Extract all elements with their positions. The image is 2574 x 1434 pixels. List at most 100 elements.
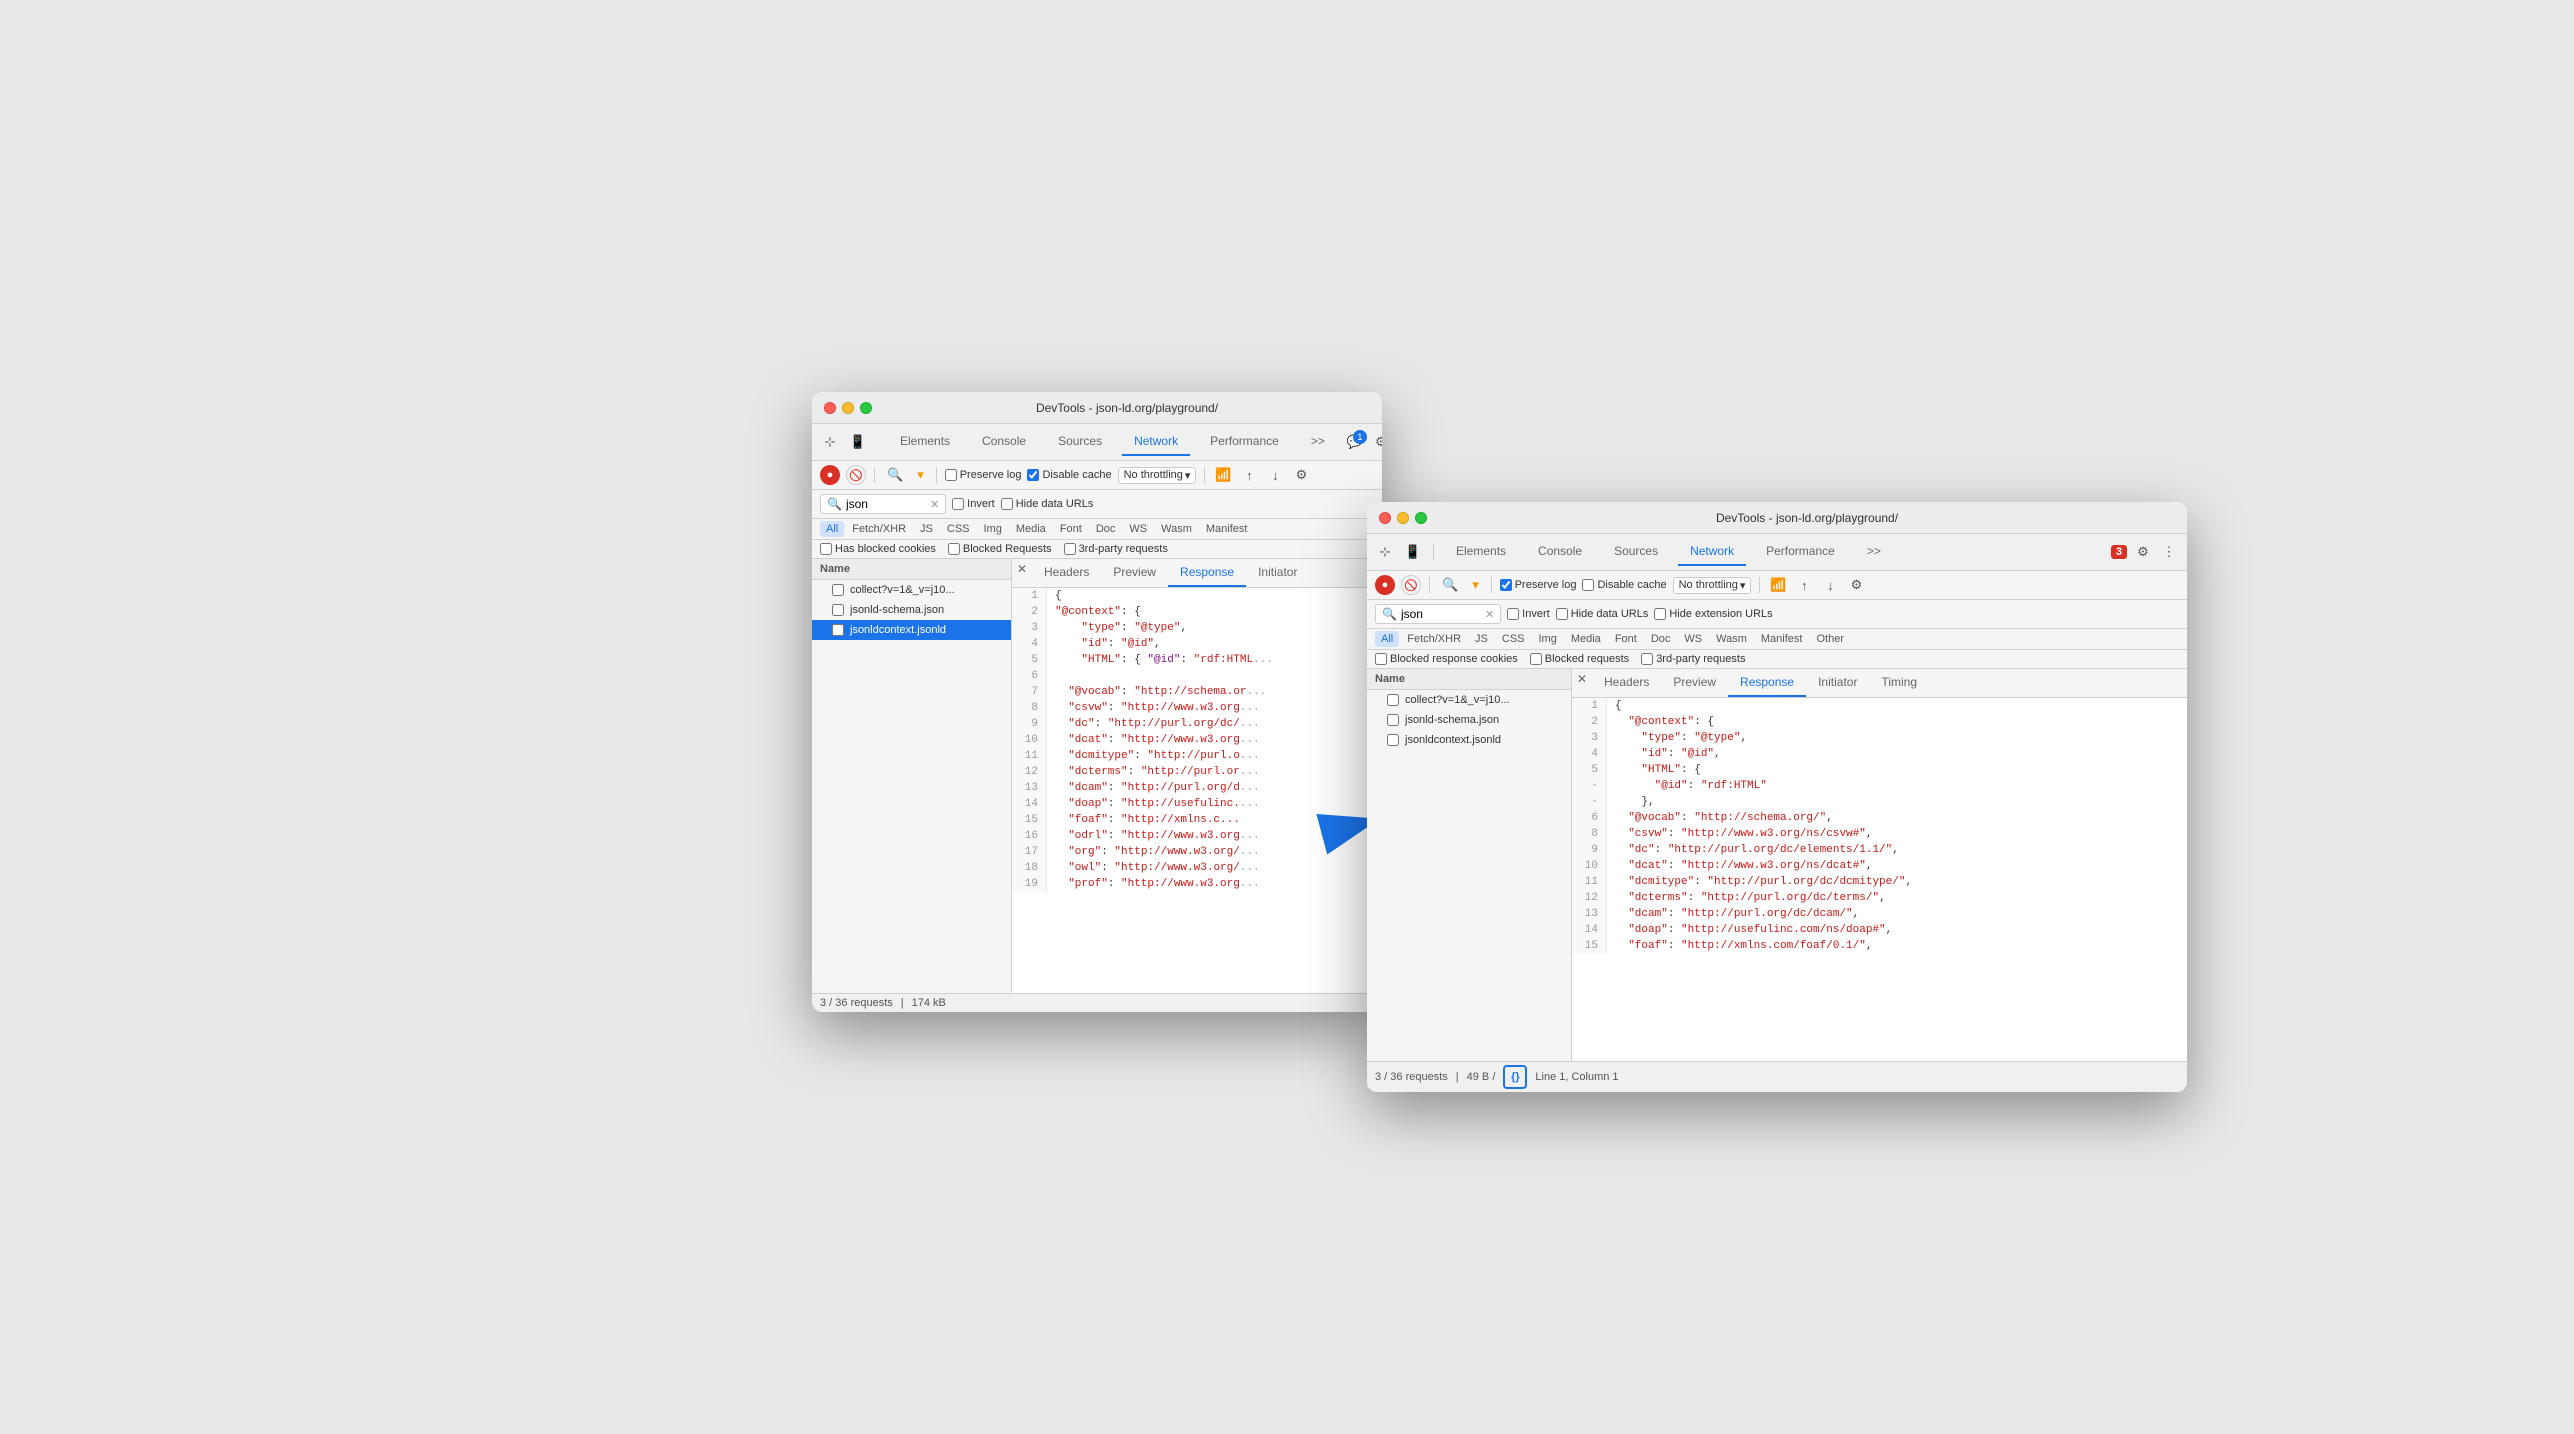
filter-fetch-xhr-front[interactable]: Fetch/XHR — [1401, 631, 1467, 647]
invert-check-back[interactable] — [952, 498, 964, 510]
filter-other-front[interactable]: Other — [1810, 631, 1850, 647]
filter-media-front[interactable]: Media — [1565, 631, 1607, 647]
resp-tab-response-front[interactable]: Response — [1728, 669, 1806, 697]
filter-manifest-back[interactable]: Manifest — [1200, 521, 1254, 537]
download-icon-front[interactable]: ↓ — [1820, 575, 1840, 595]
clear-button-back[interactable]: 🚫 — [846, 465, 866, 485]
wifi-icon-back[interactable]: 📶 — [1213, 465, 1233, 485]
file-item-jsonldcontext-back[interactable]: jsonldcontext.jsonld — [812, 620, 1011, 640]
resp-tab-headers-front[interactable]: Headers — [1592, 669, 1661, 697]
search-clear-front[interactable]: ✕ — [1485, 608, 1494, 621]
hide-extension-urls-check-front[interactable] — [1654, 608, 1666, 620]
invert-label-back[interactable]: Invert — [952, 498, 995, 510]
blocked-requests-back[interactable]: Blocked Requests — [948, 543, 1052, 555]
file-check-schema-front[interactable] — [1387, 714, 1399, 726]
close-panel-btn-back[interactable]: ✕ — [1012, 559, 1032, 579]
resp-tab-timing-front[interactable]: Timing — [1869, 669, 1929, 697]
resp-tab-headers-back[interactable]: Headers — [1032, 559, 1101, 587]
file-item-collect-front[interactable]: collect?v=1&_v=j10... — [1367, 690, 1571, 710]
tab-sources-back[interactable]: Sources — [1046, 428, 1114, 456]
tab-network-back[interactable]: Network — [1122, 428, 1190, 456]
minimize-button-front[interactable] — [1397, 512, 1409, 524]
filter-media-back[interactable]: Media — [1010, 521, 1052, 537]
hide-extension-urls-label-front[interactable]: Hide extension URLs — [1654, 608, 1772, 620]
inspect-icon-front[interactable]: ⊹ — [1375, 542, 1395, 562]
device-icon-front[interactable]: 📱 — [1403, 542, 1423, 562]
disable-cache-label-back[interactable]: Disable cache — [1027, 469, 1111, 481]
clear-button-front[interactable]: 🚫 — [1401, 575, 1421, 595]
filter-fetch-xhr-back[interactable]: Fetch/XHR — [846, 521, 912, 537]
filter-ws-front[interactable]: WS — [1678, 631, 1708, 647]
file-check-schema-back[interactable] — [832, 604, 844, 616]
close-button-front[interactable] — [1379, 512, 1391, 524]
settings-icon[interactable]: ⚙ — [1371, 432, 1382, 452]
hide-data-urls-check-front[interactable] — [1556, 608, 1568, 620]
filter-doc-back[interactable]: Doc — [1090, 521, 1122, 537]
preserve-log-label-back[interactable]: Preserve log — [945, 469, 1022, 481]
upload-icon-front[interactable]: ↑ — [1794, 575, 1814, 595]
filter-font-front[interactable]: Font — [1609, 631, 1643, 647]
disable-cache-check-front[interactable] — [1582, 579, 1594, 591]
has-blocked-cookies-check-back[interactable] — [820, 543, 832, 555]
third-party-back[interactable]: 3rd-party requests — [1064, 543, 1168, 555]
filter-img-front[interactable]: Img — [1533, 631, 1563, 647]
resp-tab-initiator-front[interactable]: Initiator — [1806, 669, 1869, 697]
third-party-check-back[interactable] — [1064, 543, 1076, 555]
tab-console-back[interactable]: Console — [970, 428, 1038, 456]
filter-all-back[interactable]: All — [820, 521, 844, 537]
tab-performance-back[interactable]: Performance — [1198, 428, 1291, 456]
json-formatter-button[interactable]: {} — [1503, 1065, 1527, 1089]
resp-tab-preview-back[interactable]: Preview — [1101, 559, 1168, 587]
has-blocked-cookies-back[interactable]: Has blocked cookies — [820, 543, 936, 555]
filter-wasm-back[interactable]: Wasm — [1155, 521, 1198, 537]
settings2-icon-back[interactable]: ⚙ — [1291, 465, 1311, 485]
invert-check-front[interactable] — [1507, 608, 1519, 620]
upload-icon-back[interactable]: ↑ — [1239, 465, 1259, 485]
settings-icon-front[interactable]: ⚙ — [2133, 542, 2153, 562]
search-box-back[interactable]: 🔍 ✕ — [820, 494, 946, 514]
blocked-requests-front[interactable]: Blocked requests — [1530, 653, 1629, 665]
tab-elements-front[interactable]: Elements — [1444, 538, 1518, 566]
filter-font-back[interactable]: Font — [1054, 521, 1088, 537]
filter-css-front[interactable]: CSS — [1496, 631, 1531, 647]
file-check-jsonld-front[interactable] — [1387, 734, 1399, 746]
file-item-jsonldcontext-front[interactable]: jsonldcontext.jsonld — [1367, 730, 1571, 750]
throttle-dropdown-front[interactable]: No throttling ▾ — [1673, 577, 1752, 594]
blocked-requests-check-front[interactable] — [1530, 653, 1542, 665]
blocked-requests-check-back[interactable] — [948, 543, 960, 555]
file-item-schema-back[interactable]: jsonld-schema.json — [812, 600, 1011, 620]
close-panel-btn-front[interactable]: ✕ — [1572, 669, 1592, 689]
file-check-collect-back[interactable] — [832, 584, 844, 596]
search-box-front[interactable]: 🔍 ✕ — [1375, 604, 1501, 624]
tab-more-back[interactable]: >> — [1299, 428, 1337, 456]
hide-data-urls-label-back[interactable]: Hide data URLs — [1001, 498, 1094, 510]
preserve-log-check-back[interactable] — [945, 469, 957, 481]
filter-manifest-front[interactable]: Manifest — [1755, 631, 1809, 647]
file-check-collect-front[interactable] — [1387, 694, 1399, 706]
preserve-log-check-front[interactable] — [1500, 579, 1512, 591]
resp-tab-initiator-back[interactable]: Initiator — [1246, 559, 1309, 587]
tab-elements-back[interactable]: Elements — [888, 428, 962, 456]
third-party-check-front[interactable] — [1641, 653, 1653, 665]
minimize-button[interactable] — [842, 402, 854, 414]
search-icon-back[interactable]: 🔍 — [883, 465, 907, 485]
disable-cache-label-front[interactable]: Disable cache — [1582, 579, 1666, 591]
search-input-back[interactable] — [846, 497, 926, 511]
filter-js-back[interactable]: JS — [914, 521, 939, 537]
filter-wasm-front[interactable]: Wasm — [1710, 631, 1753, 647]
more-icon-front[interactable]: ⋮ — [2159, 542, 2179, 562]
filter-icon-back[interactable]: ▾ — [913, 465, 928, 485]
disable-cache-check-back[interactable] — [1027, 469, 1039, 481]
wifi-icon-front[interactable]: 📶 — [1768, 575, 1788, 595]
filter-doc-front[interactable]: Doc — [1645, 631, 1677, 647]
filter-css-back[interactable]: CSS — [941, 521, 976, 537]
search-input-front[interactable] — [1401, 607, 1481, 621]
maximize-button[interactable] — [860, 402, 872, 414]
close-button[interactable] — [824, 402, 836, 414]
filter-img-back[interactable]: Img — [978, 521, 1008, 537]
hide-data-urls-check-back[interactable] — [1001, 498, 1013, 510]
search-icon-front[interactable]: 🔍 — [1438, 575, 1462, 595]
inspect-icon[interactable]: ⊹ — [820, 432, 840, 452]
filter-js-front[interactable]: JS — [1469, 631, 1494, 647]
settings2-icon-front[interactable]: ⚙ — [1846, 575, 1866, 595]
